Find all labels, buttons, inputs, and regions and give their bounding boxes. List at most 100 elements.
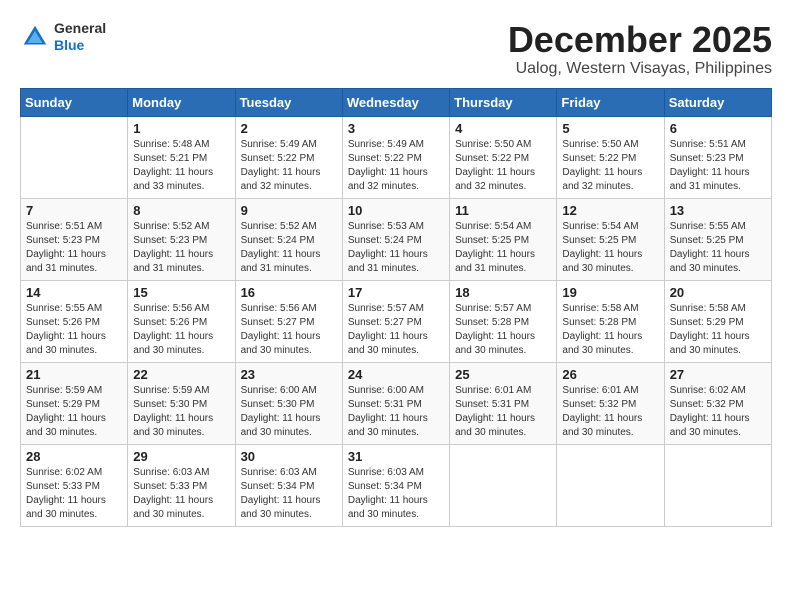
day-info: Sunrise: 6:03 AMSunset: 5:34 PMDaylight:… [348, 466, 444, 522]
calendar-cell: 23Sunrise: 6:00 AMSunset: 5:30 PMDayligh… [235, 362, 342, 444]
calendar-cell: 10 Sunrise: 5:53 AMSunset: 5:24 PMDayligh… [342, 198, 449, 280]
calendar-cell: 18 Sunrise: 5:57 AMSunset: 5:28 PMDayligh… [450, 280, 557, 362]
location-title: Ualog, Western Visayas, Philippines [508, 60, 772, 78]
day-number: 31 [348, 449, 444, 464]
month-title: December 2025 [508, 20, 772, 60]
logo-general: General [54, 20, 106, 36]
day-info: Sunrise: 5:53 AMSunset: 5:24 PMDaylight:… [348, 220, 444, 276]
calendar-cell: 8Sunrise: 5:52 AMSunset: 5:23 PMDaylight… [128, 198, 235, 280]
day-number: 16 [241, 285, 337, 300]
calendar-cell: 31 Sunrise: 6:03 AMSunset: 5:34 PMDayligh… [342, 444, 449, 526]
weekday-header: Thursday [450, 88, 557, 116]
day-number: 14 [26, 285, 122, 300]
day-info: Sunrise: 6:00 AMSunset: 5:31 PMDaylight:… [348, 384, 444, 440]
day-info: Sunrise: 6:00 AMSunset: 5:30 PMDaylight:… [241, 384, 337, 440]
calendar-cell: 3Sunrise: 5:49 AMSunset: 5:22 PMDaylight… [342, 116, 449, 198]
day-number: 22 [133, 367, 229, 382]
day-info: Sunrise: 5:52 AMSunset: 5:23 PMDaylight:… [133, 220, 229, 276]
day-info: Sunrise: 5:51 AMSunset: 5:23 PMDaylight:… [670, 138, 766, 194]
weekday-header: Wednesday [342, 88, 449, 116]
day-number: 20 [670, 285, 766, 300]
day-info: Sunrise: 5:59 AMSunset: 5:29 PMDaylight:… [26, 384, 122, 440]
calendar-cell: 27 Sunrise: 6:02 AMSunset: 5:32 PMDayligh… [664, 362, 771, 444]
page-header: General Blue December 2025 Ualog, Wester… [20, 20, 772, 78]
calendar-cell: 9Sunrise: 5:52 AMSunset: 5:24 PMDaylight… [235, 198, 342, 280]
day-number: 1 [133, 121, 229, 136]
day-number: 19 [562, 285, 658, 300]
weekday-header: Sunday [21, 88, 128, 116]
calendar-cell: 24Sunrise: 6:00 AMSunset: 5:31 PMDayligh… [342, 362, 449, 444]
calendar-cell: 6 Sunrise: 5:51 AMSunset: 5:23 PMDaylight… [664, 116, 771, 198]
day-number: 6 [670, 121, 766, 136]
calendar-cell: 5Sunrise: 5:50 AMSunset: 5:22 PMDaylight… [557, 116, 664, 198]
day-info: Sunrise: 5:55 AMSunset: 5:25 PMDaylight:… [670, 220, 766, 276]
calendar-cell: 19 Sunrise: 5:58 AMSunset: 5:28 PMDayligh… [557, 280, 664, 362]
day-info: Sunrise: 5:55 AMSunset: 5:26 PMDaylight:… [26, 302, 122, 358]
day-number: 18 [455, 285, 551, 300]
weekday-header: Saturday [664, 88, 771, 116]
calendar-week-row: 28 Sunrise: 6:02 AMSunset: 5:33 PMDayligh… [21, 444, 772, 526]
day-info: Sunrise: 5:56 AMSunset: 5:27 PMDaylight:… [241, 302, 337, 358]
logo-blue: Blue [54, 37, 84, 53]
calendar-cell: 1 Sunrise: 5:48 AMSunset: 5:21 PMDaylight… [128, 116, 235, 198]
weekday-header: Friday [557, 88, 664, 116]
day-info: Sunrise: 6:01 AMSunset: 5:32 PMDaylight:… [562, 384, 658, 440]
calendar-cell: 21 Sunrise: 5:59 AMSunset: 5:29 PMDayligh… [21, 362, 128, 444]
calendar-week-row: 14 Sunrise: 5:55 AMSunset: 5:26 PMDayligh… [21, 280, 772, 362]
calendar-cell [557, 444, 664, 526]
title-block: December 2025 Ualog, Western Visayas, Ph… [508, 20, 772, 78]
weekday-header: Tuesday [235, 88, 342, 116]
day-number: 21 [26, 367, 122, 382]
logo-text: General Blue [54, 20, 106, 54]
calendar-cell: 7 Sunrise: 5:51 AMSunset: 5:23 PMDaylight… [21, 198, 128, 280]
day-info: Sunrise: 5:57 AMSunset: 5:28 PMDaylight:… [455, 302, 551, 358]
day-number: 9 [241, 203, 337, 218]
day-number: 29 [133, 449, 229, 464]
day-number: 7 [26, 203, 122, 218]
day-info: Sunrise: 5:57 AMSunset: 5:27 PMDaylight:… [348, 302, 444, 358]
day-info: Sunrise: 5:51 AMSunset: 5:23 PMDaylight:… [26, 220, 122, 276]
calendar-cell: 16 Sunrise: 5:56 AMSunset: 5:27 PMDayligh… [235, 280, 342, 362]
calendar-cell: 15 Sunrise: 5:56 AMSunset: 5:26 PMDayligh… [128, 280, 235, 362]
calendar: SundayMondayTuesdayWednesdayThursdayFrid… [20, 88, 772, 527]
day-info: Sunrise: 5:58 AMSunset: 5:28 PMDaylight:… [562, 302, 658, 358]
calendar-week-row: 1 Sunrise: 5:48 AMSunset: 5:21 PMDaylight… [21, 116, 772, 198]
calendar-cell [450, 444, 557, 526]
day-number: 28 [26, 449, 122, 464]
day-number: 12 [562, 203, 658, 218]
calendar-week-row: 21 Sunrise: 5:59 AMSunset: 5:29 PMDayligh… [21, 362, 772, 444]
day-number: 27 [670, 367, 766, 382]
calendar-cell: 17 Sunrise: 5:57 AMSunset: 5:27 PMDayligh… [342, 280, 449, 362]
day-info: Sunrise: 5:48 AMSunset: 5:21 PMDaylight:… [133, 138, 229, 194]
calendar-cell [21, 116, 128, 198]
calendar-cell: 26 Sunrise: 6:01 AMSunset: 5:32 PMDayligh… [557, 362, 664, 444]
calendar-cell: 13Sunrise: 5:55 AMSunset: 5:25 PMDayligh… [664, 198, 771, 280]
calendar-cell: 20 Sunrise: 5:58 AMSunset: 5:29 PMDayligh… [664, 280, 771, 362]
day-info: Sunrise: 5:58 AMSunset: 5:29 PMDaylight:… [670, 302, 766, 358]
calendar-cell: 22Sunrise: 5:59 AMSunset: 5:30 PMDayligh… [128, 362, 235, 444]
day-info: Sunrise: 5:54 AMSunset: 5:25 PMDaylight:… [562, 220, 658, 276]
day-number: 26 [562, 367, 658, 382]
weekday-header-row: SundayMondayTuesdayWednesdayThursdayFrid… [21, 88, 772, 116]
day-info: Sunrise: 6:02 AMSunset: 5:33 PMDaylight:… [26, 466, 122, 522]
calendar-cell: 30Sunrise: 6:03 AMSunset: 5:34 PMDayligh… [235, 444, 342, 526]
day-number: 15 [133, 285, 229, 300]
day-number: 2 [241, 121, 337, 136]
calendar-cell: 28 Sunrise: 6:02 AMSunset: 5:33 PMDayligh… [21, 444, 128, 526]
day-info: Sunrise: 5:49 AMSunset: 5:22 PMDaylight:… [241, 138, 337, 194]
calendar-cell: 12 Sunrise: 5:54 AMSunset: 5:25 PMDayligh… [557, 198, 664, 280]
calendar-cell: 25Sunrise: 6:01 AMSunset: 5:31 PMDayligh… [450, 362, 557, 444]
calendar-cell: 4 Sunrise: 5:50 AMSunset: 5:22 PMDaylight… [450, 116, 557, 198]
day-number: 17 [348, 285, 444, 300]
day-number: 3 [348, 121, 444, 136]
calendar-cell: 29Sunrise: 6:03 AMSunset: 5:33 PMDayligh… [128, 444, 235, 526]
calendar-cell [664, 444, 771, 526]
calendar-cell: 2 Sunrise: 5:49 AMSunset: 5:22 PMDaylight… [235, 116, 342, 198]
day-number: 10 [348, 203, 444, 218]
day-number: 25 [455, 367, 551, 382]
day-number: 4 [455, 121, 551, 136]
day-info: Sunrise: 6:02 AMSunset: 5:32 PMDaylight:… [670, 384, 766, 440]
day-info: Sunrise: 5:56 AMSunset: 5:26 PMDaylight:… [133, 302, 229, 358]
weekday-header: Monday [128, 88, 235, 116]
day-info: Sunrise: 5:50 AMSunset: 5:22 PMDaylight:… [455, 138, 551, 194]
